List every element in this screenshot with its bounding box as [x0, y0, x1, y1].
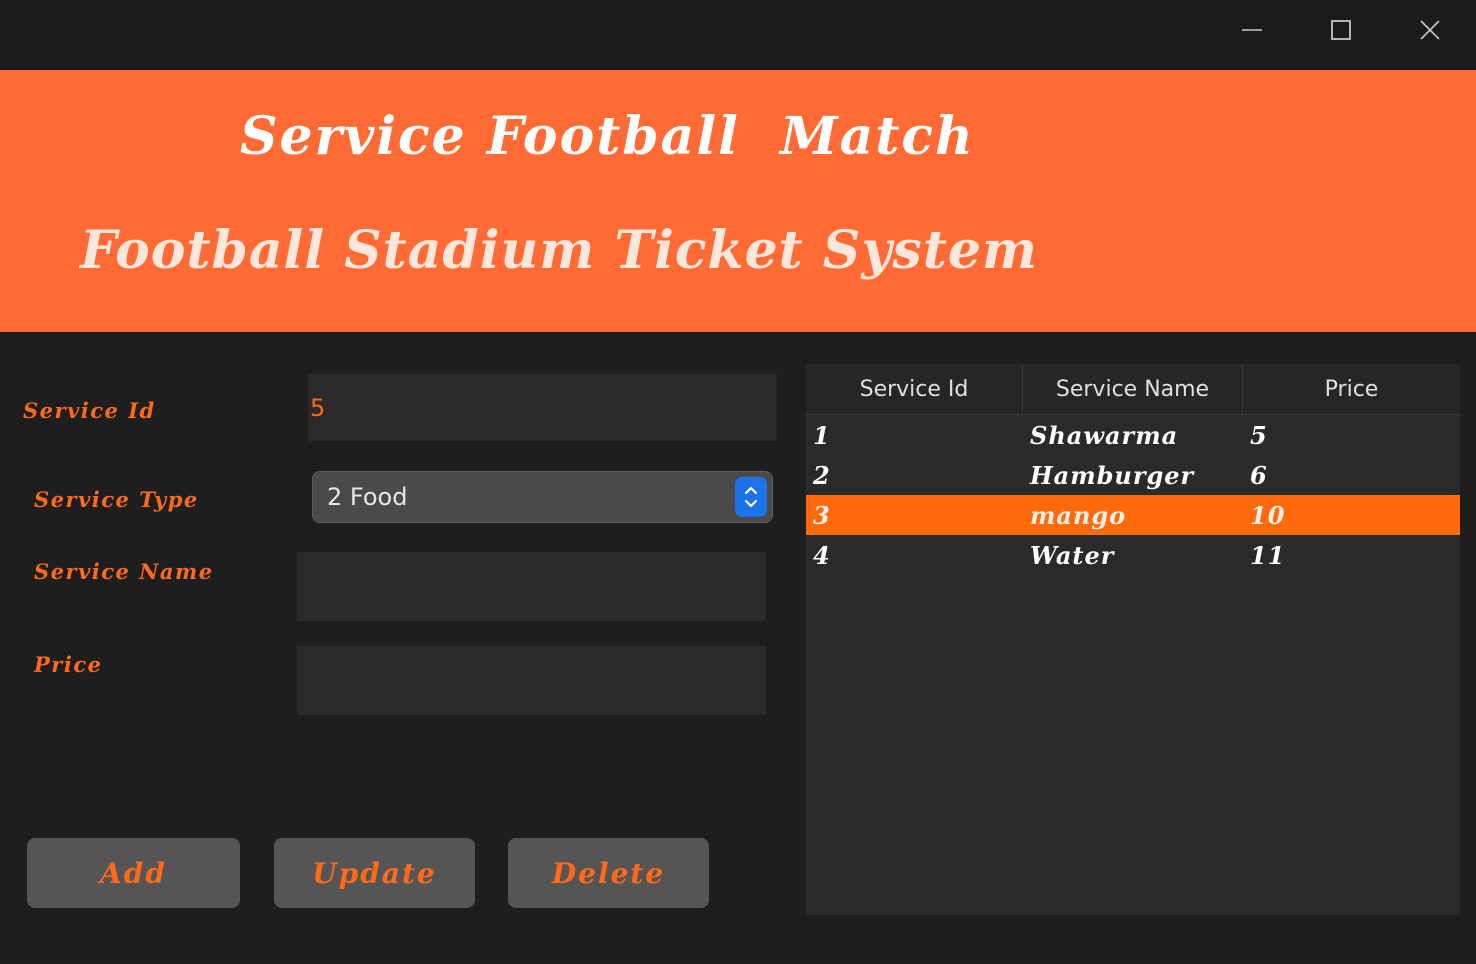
service-type-label: Service Type	[34, 487, 199, 512]
cell-service-id: 4	[813, 540, 831, 570]
title-bar	[0, 0, 1476, 70]
minimize-icon	[1240, 18, 1264, 42]
column-header-price[interactable]: Price	[1242, 364, 1460, 414]
price-input[interactable]	[297, 646, 766, 715]
cell-service-name: mango	[1030, 500, 1127, 530]
cell-price: 6	[1250, 460, 1268, 490]
page-title: Service Football Match	[240, 106, 975, 167]
table-row[interactable]: 4 Water 11	[806, 535, 1460, 575]
service-type-select[interactable]: 2 Food	[312, 471, 773, 523]
price-label: Price	[34, 652, 103, 677]
app-window: Service Football Match Football Stadium …	[0, 0, 1476, 964]
updown-arrows-icon	[735, 477, 767, 517]
maximize-icon	[1329, 18, 1353, 42]
cell-service-name: Shawarma	[1030, 420, 1179, 450]
header-banner: Service Football Match Football Stadium …	[0, 70, 1476, 332]
cell-service-name: Water	[1030, 540, 1115, 570]
column-header-service-id[interactable]: Service Id	[806, 364, 1022, 414]
add-button[interactable]: Add	[27, 838, 240, 908]
cell-price: 11	[1250, 540, 1286, 570]
service-name-label: Service Name	[34, 559, 214, 584]
services-table: Service Id Service Name Price 1 Shawarma…	[806, 364, 1460, 915]
table-row-selected[interactable]: 3 mango 10	[806, 495, 1460, 535]
delete-button[interactable]: Delete	[508, 838, 709, 908]
service-id-label: Service Id	[23, 398, 156, 423]
service-type-value: 2 Food	[327, 483, 408, 511]
table-row[interactable]: 1 Shawarma 5	[806, 415, 1460, 455]
cell-service-name: Hamburger	[1030, 460, 1195, 490]
cell-service-id: 2	[813, 460, 831, 490]
update-button[interactable]: Update	[274, 838, 475, 908]
cell-price: 10	[1250, 500, 1286, 530]
close-button[interactable]	[1410, 10, 1450, 50]
table-row[interactable]: 2 Hamburger 6	[806, 455, 1460, 495]
cell-price: 5	[1250, 420, 1268, 450]
cell-service-id: 3	[813, 500, 831, 530]
table-header: Service Id Service Name Price	[806, 364, 1460, 415]
close-icon	[1418, 18, 1442, 42]
column-header-service-name[interactable]: Service Name	[1022, 364, 1242, 414]
service-name-input[interactable]	[297, 552, 766, 621]
cell-service-id: 1	[813, 420, 831, 450]
service-id-input[interactable]	[308, 374, 777, 441]
page-subtitle: Football Stadium Ticket System	[80, 220, 1038, 281]
maximize-button[interactable]	[1321, 10, 1361, 50]
minimize-button[interactable]	[1232, 10, 1272, 50]
